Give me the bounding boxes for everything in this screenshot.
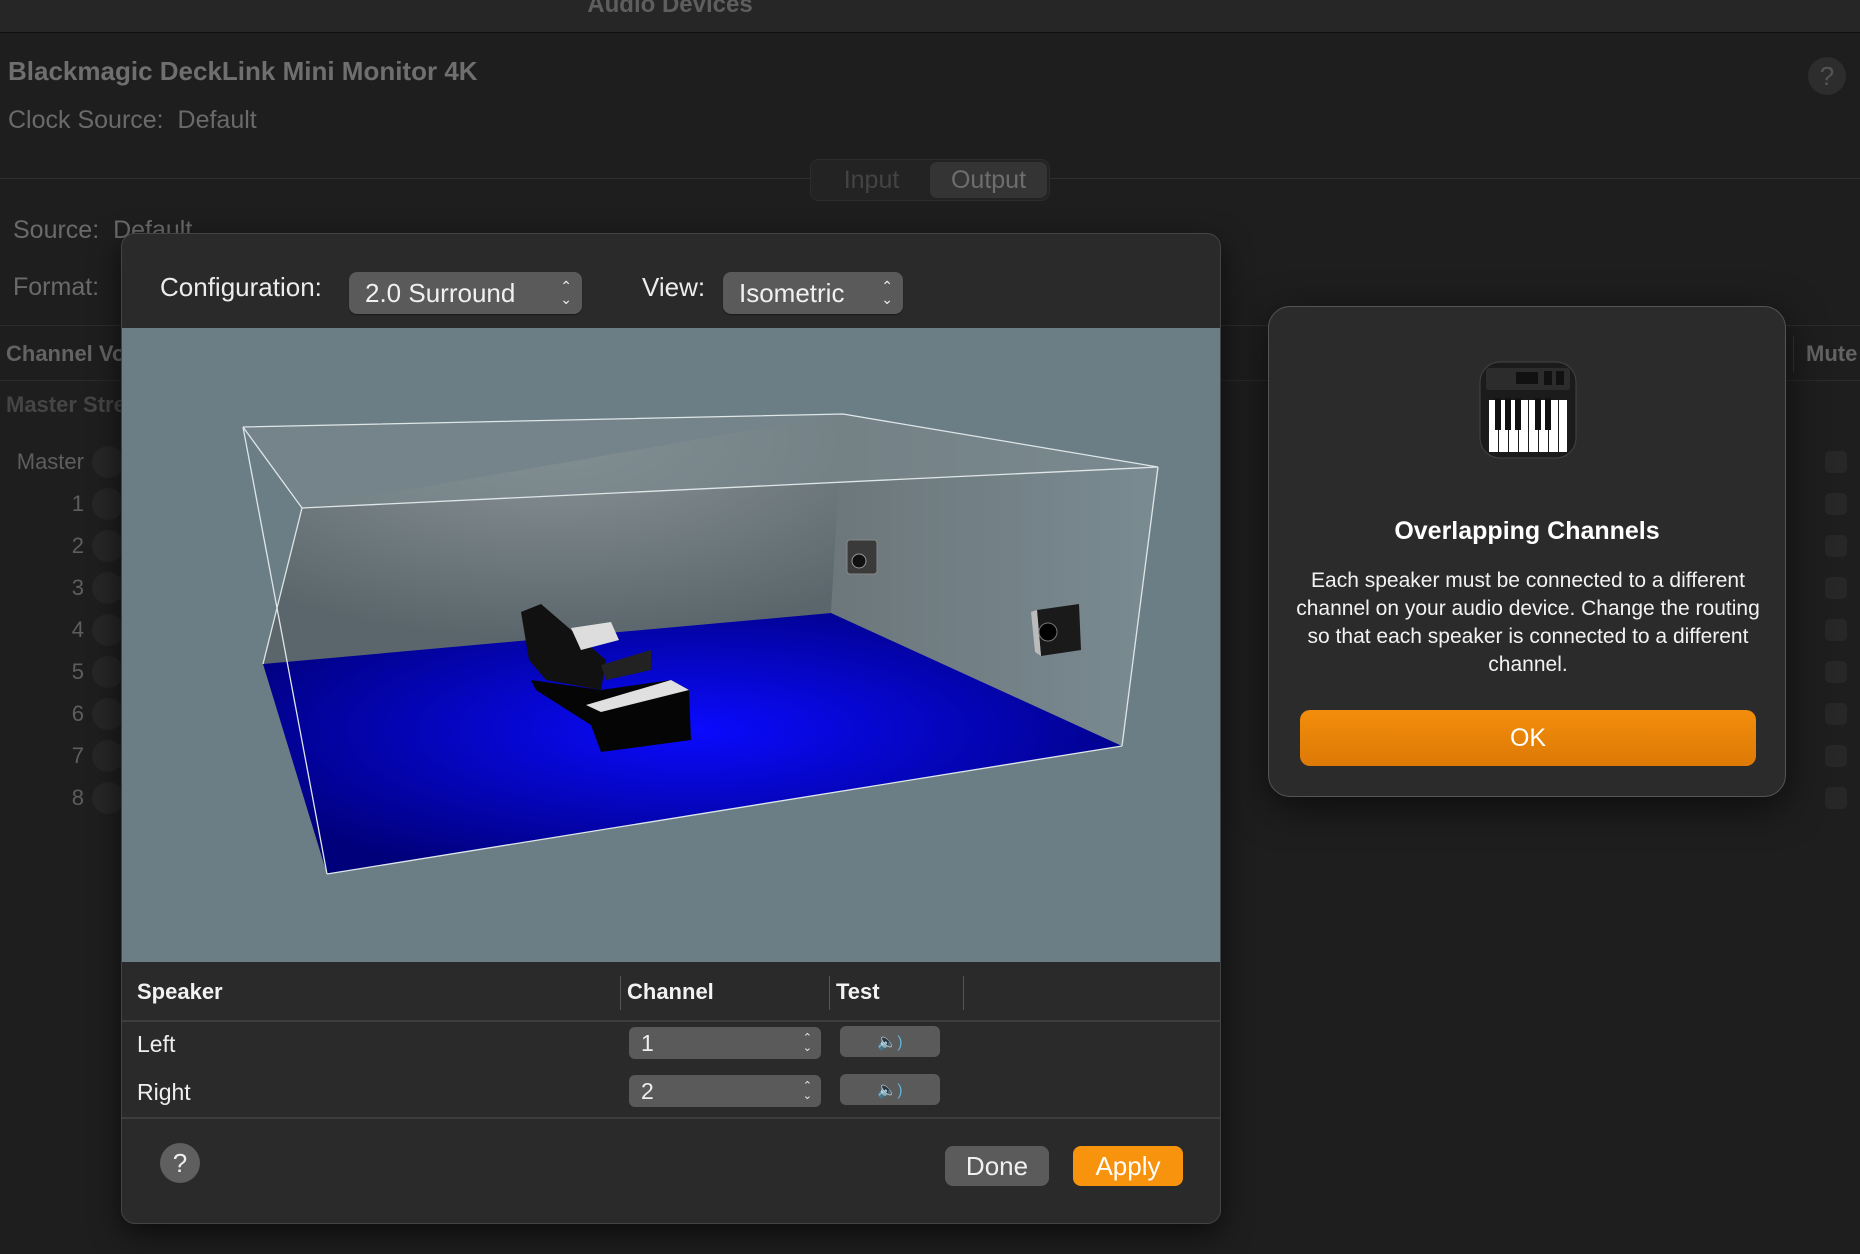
speaker-volume-icon: 🔈) — [877, 1081, 903, 1099]
header-speaker: Speaker — [137, 979, 223, 1004]
tab-output[interactable]: Output — [930, 162, 1047, 198]
channel-row-label: Master — [16, 449, 84, 474]
mute-checkbox[interactable] — [1825, 745, 1847, 767]
alert-dialog: Overlapping Channels Each speaker must b… — [1268, 306, 1786, 797]
window-title: Audio Devices — [587, 0, 753, 18]
tab-input[interactable]: Input — [813, 162, 930, 198]
channel-row-label: 4 — [71, 617, 84, 642]
header-test: Test — [836, 979, 880, 1004]
mute-checkbox[interactable] — [1825, 535, 1847, 557]
input-output-segmented-control[interactable]: Input Output — [810, 159, 1050, 201]
format-label: Format: — [13, 273, 100, 301]
channel-row-label: 7 — [71, 743, 84, 768]
title-bar: Audio Devices — [0, 0, 1860, 33]
header-channel: Channel — [627, 979, 714, 1004]
ok-button[interactable]: OK — [1300, 710, 1756, 766]
alert-title: Overlapping Channels — [1394, 517, 1660, 545]
view-label: View: — [642, 272, 706, 302]
help-glyph: ? — [1819, 60, 1835, 91]
channel-value: 1 — [641, 1029, 654, 1056]
help-glyph: ? — [172, 1147, 188, 1178]
channel-row-label: 3 — [71, 575, 84, 600]
divider — [122, 1117, 1220, 1119]
alert-message: Each speaker must be connected to a diff… — [1296, 569, 1760, 676]
volume-knob[interactable] — [92, 614, 124, 646]
speaker-name: Left — [137, 1031, 176, 1057]
mute-checkbox[interactable] — [1825, 661, 1847, 683]
mute-checkbox[interactable] — [1825, 451, 1847, 473]
speaker-name: Right — [137, 1079, 191, 1105]
channel-row-label: 8 — [71, 785, 84, 810]
updown-chevron-icon: ⌃ ⌄ — [802, 1032, 812, 1054]
speaker-volume-icon: 🔈) — [877, 1033, 903, 1051]
mute-checkbox[interactable] — [1825, 787, 1847, 809]
column-separator — [829, 976, 830, 1010]
apply-button[interactable]: Apply — [1073, 1146, 1183, 1186]
channel-row-label: 1 — [71, 491, 84, 516]
column-separator — [1793, 336, 1794, 372]
volume-knob[interactable] — [92, 572, 124, 604]
sheet-help-button[interactable]: ? — [160, 1143, 200, 1183]
volume-knob[interactable] — [92, 782, 124, 814]
mute-header: Mute — [1806, 341, 1858, 366]
test-left-button[interactable]: 🔈) — [840, 1026, 940, 1057]
updown-chevron-icon: ⌃ ⌄ — [560, 278, 572, 307]
configuration-popup[interactable]: 2.0 Surround ⌃ ⌄ — [349, 272, 582, 314]
channel-select-left[interactable]: 1 ⌃ ⌄ — [629, 1027, 821, 1059]
updown-chevron-icon: ⌃ ⌄ — [881, 278, 893, 307]
channel-row-label: 6 — [71, 701, 84, 726]
clock-source: Clock Source: Default — [8, 106, 257, 135]
room-3d-view[interactable] — [122, 328, 1220, 962]
volume-knob[interactable] — [92, 530, 124, 562]
volume-knob[interactable] — [92, 740, 124, 772]
channel-value: 2 — [641, 1077, 654, 1104]
source-label: Source: — [13, 216, 100, 244]
volume-knob[interactable] — [92, 488, 124, 520]
room-illustration — [242, 413, 1159, 875]
volume-knob[interactable] — [92, 698, 124, 730]
device-name: Blackmagic DeckLink Mini Monitor 4K — [8, 56, 478, 86]
column-separator — [963, 976, 964, 1010]
configuration-label: Configuration: — [160, 272, 322, 302]
clock-source-value[interactable]: Default — [178, 106, 257, 134]
channel-row-label: 2 — [71, 533, 84, 558]
done-button[interactable]: Done — [945, 1146, 1049, 1186]
channel-row-label: 5 — [71, 659, 84, 684]
mute-checkbox[interactable] — [1825, 577, 1847, 599]
test-right-button[interactable]: 🔈) — [840, 1074, 940, 1105]
updown-chevron-icon: ⌃ ⌄ — [802, 1080, 812, 1102]
mute-checkbox[interactable] — [1825, 493, 1847, 515]
help-button[interactable]: ? — [1808, 57, 1846, 95]
divider — [122, 1020, 1220, 1022]
audio-midi-setup-piano-icon — [1478, 360, 1578, 460]
volume-knob[interactable] — [92, 656, 124, 688]
clock-source-label: Clock Source: — [8, 106, 164, 134]
mute-checkbox[interactable] — [1825, 619, 1847, 641]
view-popup[interactable]: Isometric ⌃ ⌄ — [723, 272, 903, 314]
channel-select-right[interactable]: 2 ⌃ ⌄ — [629, 1075, 821, 1107]
speaker-right — [1031, 604, 1081, 656]
mute-checkbox[interactable] — [1825, 703, 1847, 725]
speaker-left — [846, 539, 878, 575]
configuration-value: 2.0 Surround — [365, 277, 516, 308]
column-separator — [620, 976, 621, 1010]
view-value: Isometric — [739, 277, 845, 308]
speaker-configuration-sheet: Configuration: 2.0 Surround ⌃ ⌄ View: Isom… — [121, 233, 1221, 1224]
volume-knob[interactable] — [92, 446, 124, 478]
